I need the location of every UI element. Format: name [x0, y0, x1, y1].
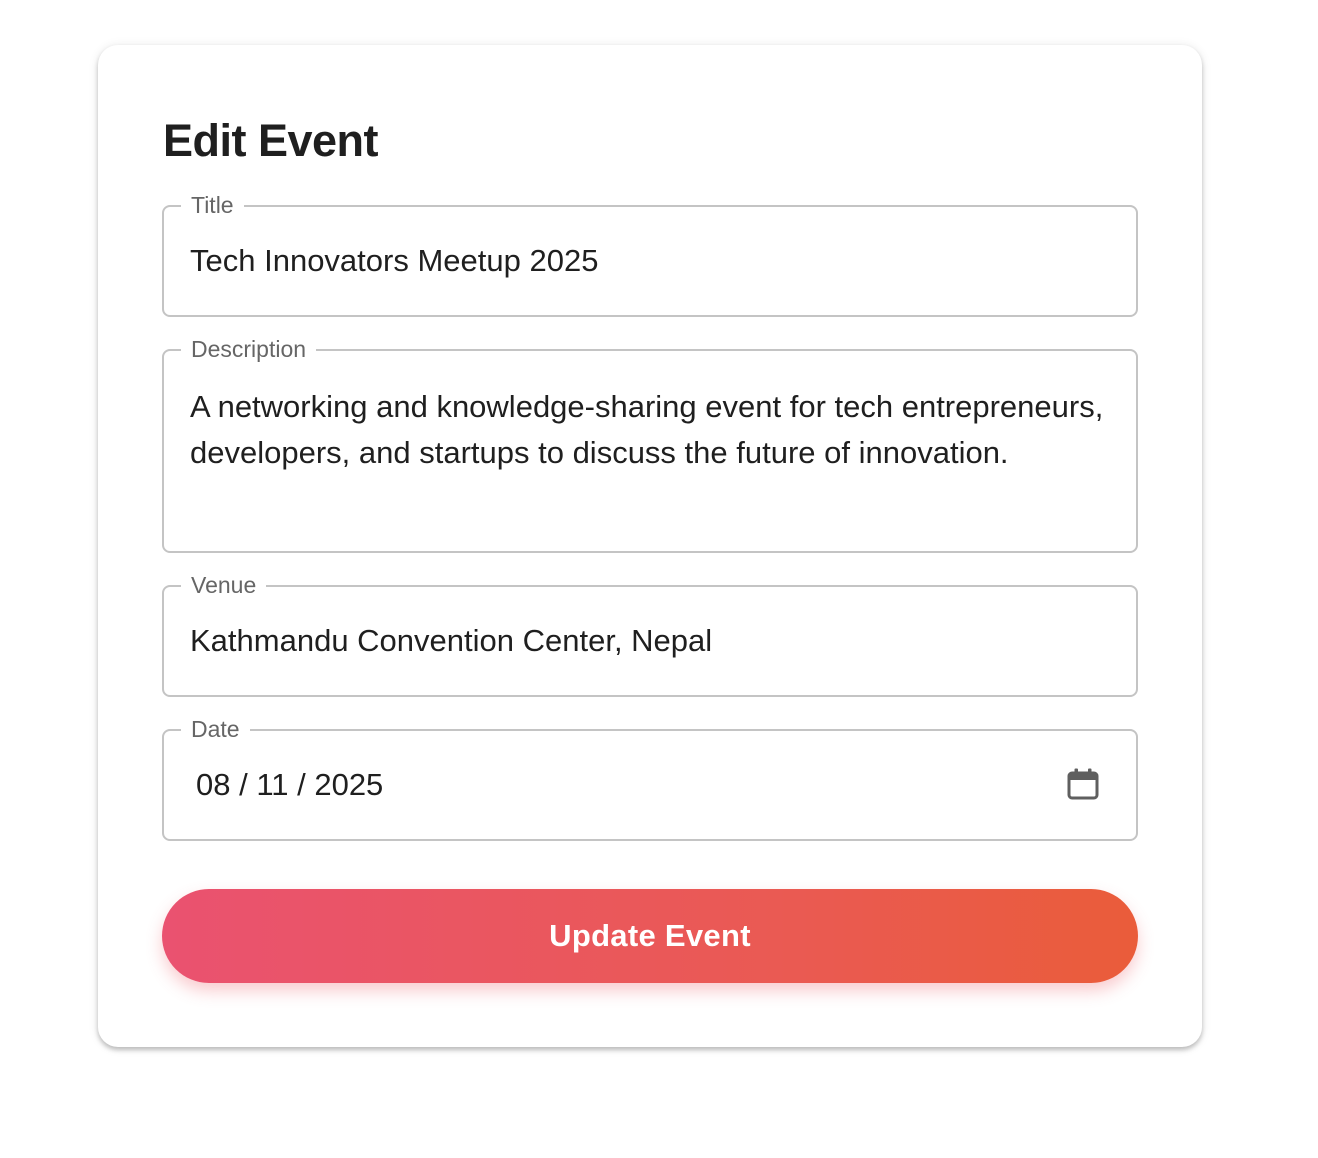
description-textarea[interactable]: A networking and knowledge-sharing event…: [190, 384, 1110, 476]
venue-input[interactable]: Kathmandu Convention Center, Nepal: [190, 618, 1110, 664]
date-field[interactable]: Date 08 / 11 / 2025: [162, 714, 1138, 841]
calendar-icon[interactable]: [1065, 766, 1101, 802]
venue-field-label: Venue: [181, 570, 267, 600]
description-field[interactable]: Description A networking and knowledge-s…: [162, 334, 1138, 553]
title-input[interactable]: Tech Innovators Meetup 2025: [190, 238, 1110, 284]
title-field[interactable]: Title Tech Innovators Meetup 2025: [162, 190, 1138, 317]
title-field-label: Title: [181, 190, 244, 220]
edit-event-card: Edit Event Title Tech Innovators Meetup …: [98, 45, 1202, 1047]
date-input[interactable]: 08 / 11 / 2025: [196, 762, 1110, 808]
update-event-button[interactable]: Update Event: [162, 889, 1138, 983]
date-field-label: Date: [181, 714, 250, 744]
description-field-label: Description: [181, 334, 317, 364]
venue-field[interactable]: Venue Kathmandu Convention Center, Nepal: [162, 570, 1138, 697]
page-title: Edit Event: [163, 115, 379, 166]
